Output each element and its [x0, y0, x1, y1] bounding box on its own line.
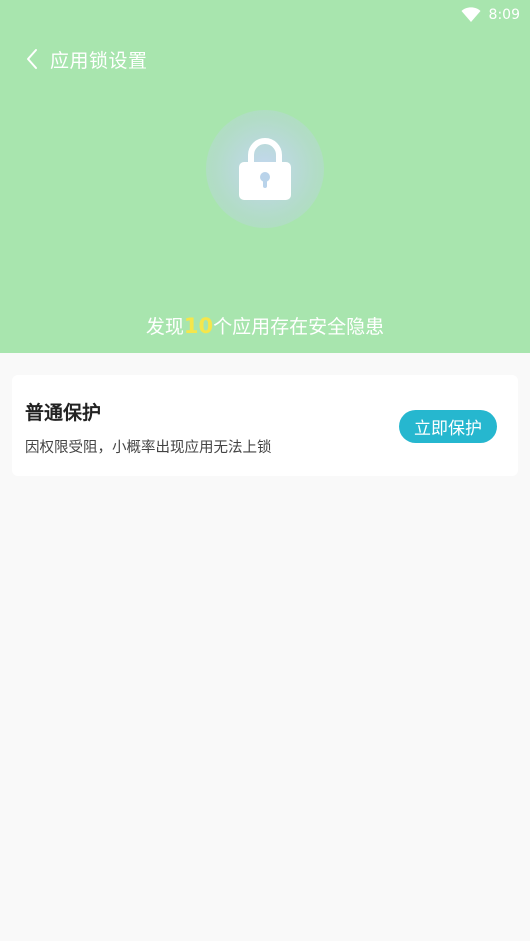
lock-icon	[237, 136, 293, 202]
risk-prefix: 发现	[145, 316, 184, 338]
protection-card: 普通保护 因权限受阻，小概率出现应用无法上锁 立即保护	[12, 375, 518, 476]
card-title: 普通保护	[25, 402, 102, 424]
card-description: 因权限受阻，小概率出现应用无法上锁	[25, 440, 272, 456]
protect-now-button[interactable]: 立即保护	[399, 410, 497, 443]
risk-count: 10	[183, 314, 214, 338]
header: 8:09 应用锁设置 发现10个应用存在安全隐患	[0, 0, 530, 353]
risk-summary: 发现10个应用存在安全隐患	[0, 312, 530, 339]
lock-badge	[206, 110, 324, 228]
risk-suffix: 个应用存在安全隐患	[213, 316, 385, 338]
nav-bar: 应用锁设置	[22, 42, 148, 76]
page-title: 应用锁设置	[50, 49, 148, 72]
status-time: 8:09	[488, 7, 520, 23]
wifi-icon	[461, 7, 481, 23]
status-bar: 8:09	[461, 4, 520, 26]
chevron-left-icon[interactable]	[22, 46, 42, 72]
